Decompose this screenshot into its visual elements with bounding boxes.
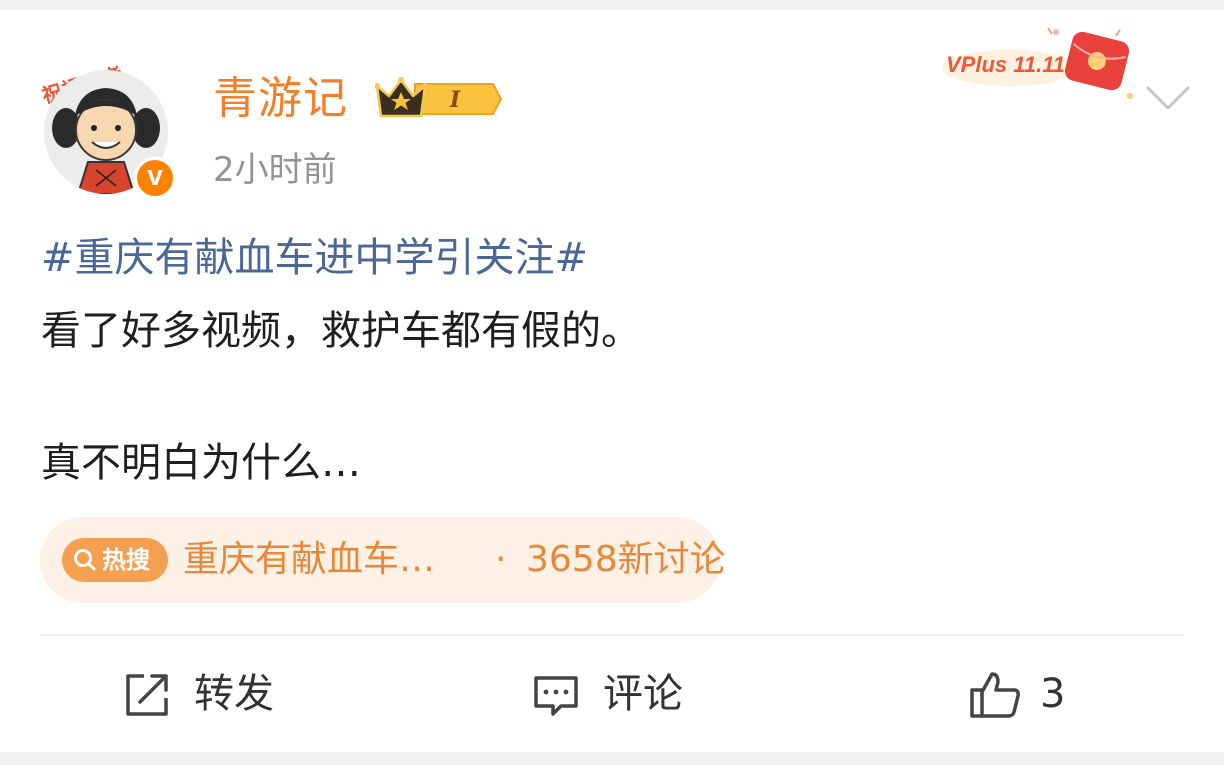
avatar[interactable]: 祝福高考 V	[39, 46, 176, 199]
comment-button[interactable]: 评论	[531, 666, 711, 722]
post-body-line: 真不明白为什么…	[41, 440, 361, 486]
author-name[interactable]: 青游记	[213, 71, 348, 127]
trending-separator: ·	[495, 539, 507, 580]
trending-count: 3658新讨论	[526, 539, 726, 580]
search-icon	[74, 549, 96, 571]
verified-icon: V	[134, 157, 176, 199]
trending-topic-link[interactable]: 热搜 重庆有献血车… · 3658新讨论	[40, 517, 726, 603]
repost-button[interactable]: 转发	[122, 666, 302, 722]
vip-level: I	[449, 87, 461, 113]
trending-tag: 热搜	[62, 538, 168, 582]
post-hashtag[interactable]: #重庆有献血车进中学引关注#	[41, 230, 588, 286]
comment-icon	[534, 676, 578, 716]
post-timestamp: 2小时前	[213, 150, 337, 190]
chevron-down-icon[interactable]	[1142, 80, 1194, 116]
trending-tag-label: 热搜	[102, 546, 150, 574]
like-count: 3	[1040, 671, 1066, 717]
divider	[40, 634, 1184, 636]
vip-badge[interactable]: I	[374, 74, 503, 124]
post-card: 祝福高考 V 青游记	[0, 10, 1224, 752]
comment-label: 评论	[603, 671, 683, 717]
verified-mark: V	[147, 166, 163, 190]
thumbs-up-icon	[970, 672, 1020, 718]
crown-icon: I	[374, 77, 503, 118]
vplus-promo[interactable]: VPlus 11.11	[940, 24, 1140, 102]
repost-icon	[126, 674, 168, 716]
trending-title: 重庆有献血车…	[183, 539, 436, 580]
vplus-label: VPlus 11.11	[946, 52, 1065, 77]
repost-label: 转发	[194, 671, 274, 717]
like-button[interactable]: 3	[968, 666, 1088, 722]
post-body-line: 看了好多视频，救护车都有假的。	[41, 308, 641, 354]
